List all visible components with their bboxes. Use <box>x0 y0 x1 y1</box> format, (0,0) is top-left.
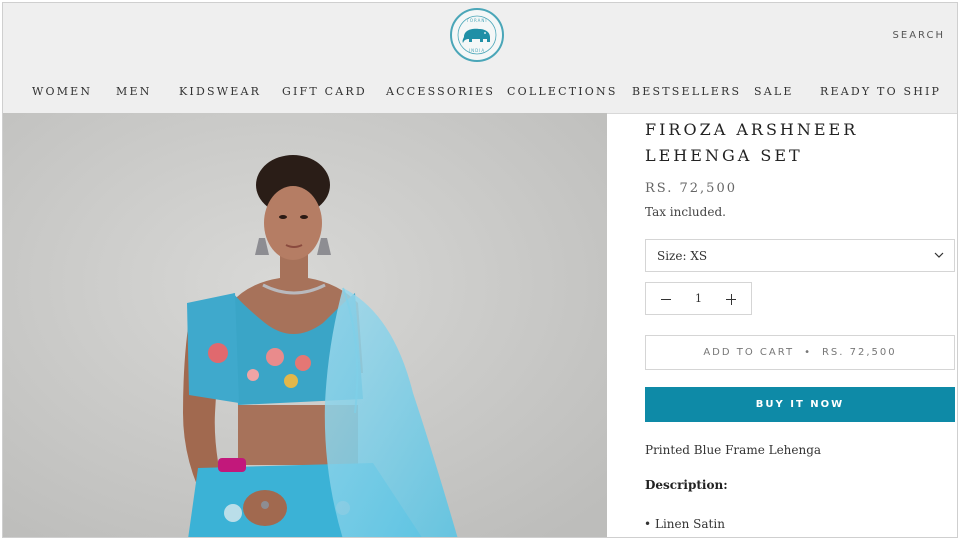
nav-item-collections[interactable]: COLLECTIONS <box>507 85 618 98</box>
product-price: RS. 72,500 <box>645 181 737 196</box>
separator-dot: • <box>804 347 812 358</box>
add-to-cart-label: ADD TO CART <box>703 347 795 358</box>
size-dropdown[interactable]: Size: XS <box>645 239 955 272</box>
short-description: Printed Blue Frame Lehenga <box>645 443 822 457</box>
nav-item-gift-card[interactable]: GIFT CARD <box>282 85 367 98</box>
logo-text-top: TORANI <box>465 18 487 23</box>
nav-item-sale[interactable]: SALE <box>754 85 794 98</box>
chevron-down-icon <box>934 252 944 258</box>
elephant-logo-icon: TORANI INDIA <box>457 15 497 55</box>
logo-text-bottom: INDIA <box>469 48 485 53</box>
site-header: TORANI INDIA SEARCH WOMEN MEN KIDSWEAR G… <box>3 3 957 114</box>
nav-item-kidswear[interactable]: KIDSWEAR <box>179 85 261 98</box>
nav-item-men[interactable]: MEN <box>116 85 152 98</box>
description-list-item: Linen Satin <box>644 517 725 531</box>
add-to-cart-price: RS. 72,500 <box>821 347 897 358</box>
search-link[interactable]: SEARCH <box>893 30 945 41</box>
brand-logo[interactable]: TORANI INDIA <box>450 8 504 62</box>
page-frame: TORANI INDIA SEARCH WOMEN MEN KIDSWEAR G… <box>2 2 958 538</box>
size-dropdown-label: Size: XS <box>657 249 708 263</box>
add-to-cart-button[interactable]: ADD TO CART • RS. 72,500 <box>645 335 955 370</box>
nav-item-ready-to-ship[interactable]: READY TO SHIP <box>820 85 941 98</box>
quantity-stepper: 1 <box>645 282 752 315</box>
buy-now-button[interactable]: BUY IT NOW <box>645 387 955 422</box>
product-photo <box>3 113 607 537</box>
tax-note: Tax included. <box>645 205 726 219</box>
nav-item-accessories[interactable]: ACCESSORIES <box>386 85 495 98</box>
nav-item-bestsellers[interactable]: BESTSELLERS <box>632 85 741 98</box>
main-navigation: WOMEN MEN KIDSWEAR GIFT CARD ACCESSORIES… <box>3 85 957 103</box>
product-title: FIROZA ARSHNEER LEHENGA SET <box>645 120 859 165</box>
plus-icon[interactable] <box>726 294 736 305</box>
description-heading: Description: <box>645 478 728 492</box>
product-image[interactable] <box>3 113 607 537</box>
nav-item-women[interactable]: WOMEN <box>32 85 92 98</box>
